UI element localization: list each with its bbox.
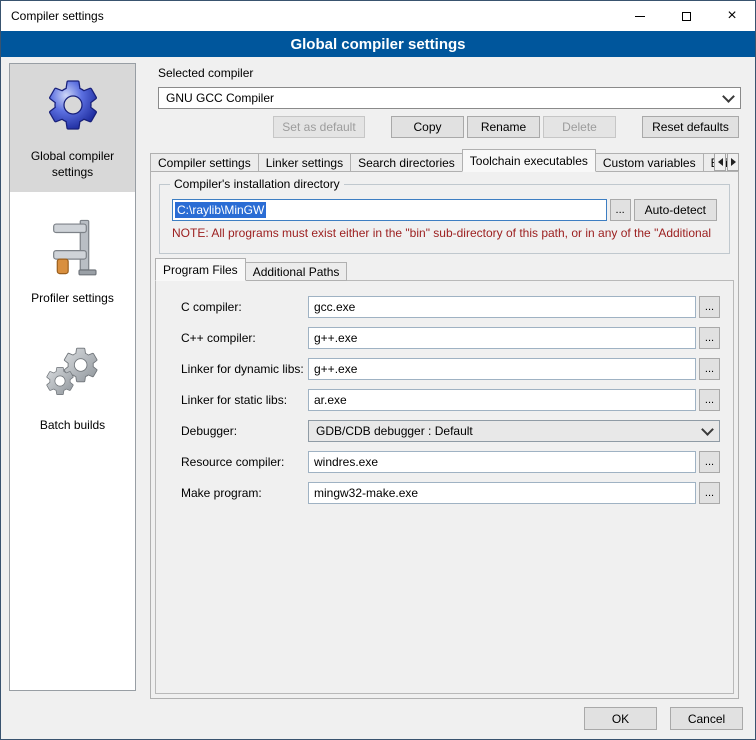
sidebar-item-global-compiler-settings[interactable]: Global compiler settings	[10, 64, 135, 192]
clamp-icon	[42, 216, 104, 278]
copy-button[interactable]: Copy	[391, 116, 464, 138]
dialog-footer: OK Cancel	[584, 707, 743, 730]
linker-static-browse-button[interactable]: ...	[699, 389, 720, 411]
make-program-browse-button[interactable]: ...	[699, 482, 720, 504]
tab-program-files[interactable]: Program Files	[155, 258, 246, 281]
arrow-left-icon	[718, 158, 723, 166]
maximize-button[interactable]	[663, 1, 709, 31]
tab-additional-paths[interactable]: Additional Paths	[245, 262, 348, 281]
install-dir-selected-text: C:\raylib\MinGW	[175, 202, 266, 218]
tab-linker-settings[interactable]: Linker settings	[258, 153, 351, 172]
dialog-header-title: Global compiler settings	[290, 36, 465, 53]
window-title: Compiler settings	[1, 9, 104, 23]
titlebar: Compiler settings ×	[1, 1, 755, 31]
make-program-label: Make program:	[181, 486, 308, 500]
tab-search-directories[interactable]: Search directories	[350, 153, 463, 172]
tab-compiler-settings[interactable]: Compiler settings	[150, 153, 259, 172]
set-as-default-button[interactable]: Set as default	[273, 116, 365, 138]
chevron-down-icon	[701, 423, 714, 436]
debugger-label: Debugger:	[181, 424, 308, 438]
field-row: Resource compiler: ...	[181, 451, 720, 473]
linker-static-label: Linker for static libs:	[181, 393, 308, 407]
blue-gear-icon	[42, 74, 104, 136]
resource-compiler-browse-button[interactable]: ...	[699, 451, 720, 473]
field-row: Make program: ...	[181, 482, 720, 504]
make-program-input[interactable]	[308, 482, 696, 504]
dialog-header: Global compiler settings	[1, 31, 755, 57]
reset-defaults-button[interactable]: Reset defaults	[642, 116, 739, 138]
c-compiler-input[interactable]	[308, 296, 696, 318]
debugger-dropdown[interactable]: GDB/CDB debugger : Default	[308, 420, 720, 442]
sidebar-item-label: Batch builds	[40, 418, 105, 434]
c-compiler-browse-button[interactable]: ...	[699, 296, 720, 318]
arrow-right-icon	[731, 158, 736, 166]
sidebar-item-label: Global compiler settings	[12, 149, 133, 180]
resource-compiler-input[interactable]	[308, 451, 696, 473]
program-files-panel: C compiler: ... C++ compiler: ... Linker…	[155, 280, 734, 694]
selected-compiler-value: GNU GCC Compiler	[166, 91, 274, 105]
maximize-icon	[682, 12, 691, 21]
delete-button[interactable]: Delete	[543, 116, 616, 138]
install-dir-browse-button[interactable]: ...	[610, 199, 631, 221]
tab-toolchain-executables[interactable]: Toolchain executables	[462, 149, 596, 172]
compiler-actions: Set as default Copy Rename Delete Reset …	[158, 116, 739, 138]
caption-buttons: ×	[617, 1, 755, 31]
sidebar-item-profiler-settings[interactable]: Profiler settings	[10, 206, 135, 319]
field-row: Linker for dynamic libs: ...	[181, 358, 720, 380]
auto-detect-button[interactable]: Auto-detect	[634, 199, 717, 221]
linker-dynamic-input[interactable]	[308, 358, 696, 380]
linker-dynamic-browse-button[interactable]: ...	[699, 358, 720, 380]
compiler-settings-window: Compiler settings × Global compiler sett…	[0, 0, 756, 740]
program-files-tabstrip: Program Files Additional Paths	[155, 258, 347, 281]
minimize-button[interactable]	[617, 1, 663, 31]
selected-compiler-label: Selected compiler	[158, 66, 253, 80]
field-row: Linker for static libs: ...	[181, 389, 720, 411]
toolchain-executables-panel: Compiler's installation directory C:\ray…	[150, 171, 739, 699]
cpp-compiler-label: C++ compiler:	[181, 331, 308, 345]
tab-custom-variables[interactable]: Custom variables	[595, 153, 704, 172]
tab-scroll-left-button[interactable]	[714, 153, 726, 171]
c-compiler-label: C compiler:	[181, 300, 308, 314]
close-button[interactable]: ×	[709, 1, 755, 31]
field-row: Debugger: GDB/CDB debugger : Default	[181, 420, 720, 442]
rename-button[interactable]: Rename	[467, 116, 540, 138]
installation-directory-row: C:\raylib\MinGW ... Auto-detect	[172, 199, 717, 221]
linker-static-input[interactable]	[308, 389, 696, 411]
cpp-compiler-input[interactable]	[308, 327, 696, 349]
linker-dynamic-label: Linker for dynamic libs:	[181, 362, 308, 376]
debugger-value: GDB/CDB debugger : Default	[316, 424, 473, 438]
installation-directory-group-label: Compiler's installation directory	[170, 177, 344, 191]
minimize-icon	[635, 16, 645, 17]
install-dir-input[interactable]: C:\raylib\MinGW	[172, 199, 607, 221]
bin-subdirectory-note: NOTE: All programs must exist either in …	[172, 226, 717, 240]
field-row: C compiler: ...	[181, 296, 720, 318]
dialog-content: Global compiler settings Profiler settin…	[1, 57, 755, 739]
category-sidebar: Global compiler settings Profiler settin…	[9, 63, 136, 691]
gray-gears-icon	[42, 343, 104, 405]
sidebar-item-batch-builds[interactable]: Batch builds	[10, 333, 135, 446]
sidebar-item-label: Profiler settings	[31, 291, 114, 307]
close-icon: ×	[727, 8, 736, 24]
resource-compiler-label: Resource compiler:	[181, 455, 308, 469]
installation-directory-group: Compiler's installation directory C:\ray…	[159, 184, 730, 254]
field-row: C++ compiler: ...	[181, 327, 720, 349]
main-tabstrip: Compiler settings Linker settings Search…	[150, 149, 739, 172]
chevron-down-icon	[722, 90, 735, 103]
selected-compiler-dropdown[interactable]: GNU GCC Compiler	[158, 87, 741, 109]
cancel-button[interactable]: Cancel	[670, 707, 743, 730]
tab-scroll-right-button[interactable]	[727, 153, 739, 171]
cpp-compiler-browse-button[interactable]: ...	[699, 327, 720, 349]
ok-button[interactable]: OK	[584, 707, 657, 730]
tab-scroll-arrows	[713, 153, 739, 171]
